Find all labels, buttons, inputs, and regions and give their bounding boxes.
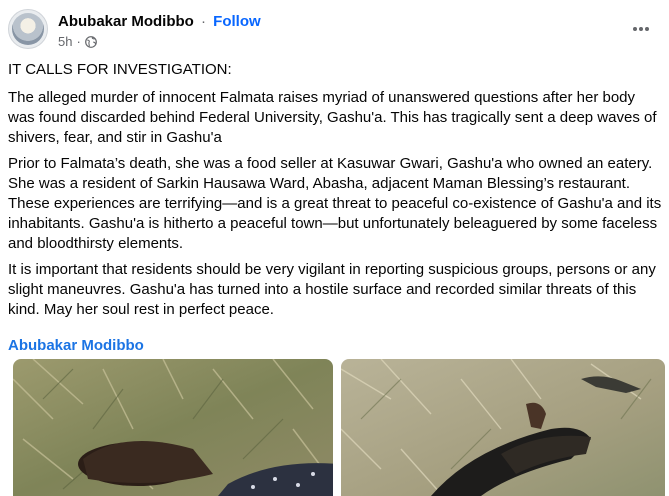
author-name[interactable]: Abubakar Modibbo	[58, 13, 194, 30]
more-options-icon[interactable]	[627, 17, 655, 41]
author-row: Abubakar Modibbo · Follow	[58, 13, 261, 30]
globe-icon[interactable]	[84, 35, 97, 48]
post-heading: IT CALLS FOR INVESTIGATION:	[8, 61, 232, 78]
mention-link[interactable]: Abubakar Modibbo	[8, 336, 144, 356]
post-paragraph: The alleged murder of innocent Falmata r…	[8, 89, 657, 146]
post-photo-1[interactable]	[13, 359, 333, 496]
post-paragraph: It is important that residents should be…	[8, 261, 656, 318]
separator-dot: ·	[201, 13, 206, 30]
photo-grid	[0, 359, 669, 496]
follow-button[interactable]: Follow	[213, 13, 261, 30]
meta-separator: ·	[76, 34, 81, 49]
post-time[interactable]: 5h	[58, 34, 72, 49]
post-paragraph: Prior to Falmata’s death, she was a food…	[8, 155, 662, 252]
post-header: Abubakar Modibbo · Follow 5h ·	[8, 9, 661, 55]
post-photo-2[interactable]	[341, 359, 665, 496]
post-body: IT CALLS FOR INVESTIGATION: The alleged …	[8, 60, 663, 356]
post-meta: 5h ·	[58, 34, 97, 49]
author-avatar[interactable]	[8, 9, 48, 49]
